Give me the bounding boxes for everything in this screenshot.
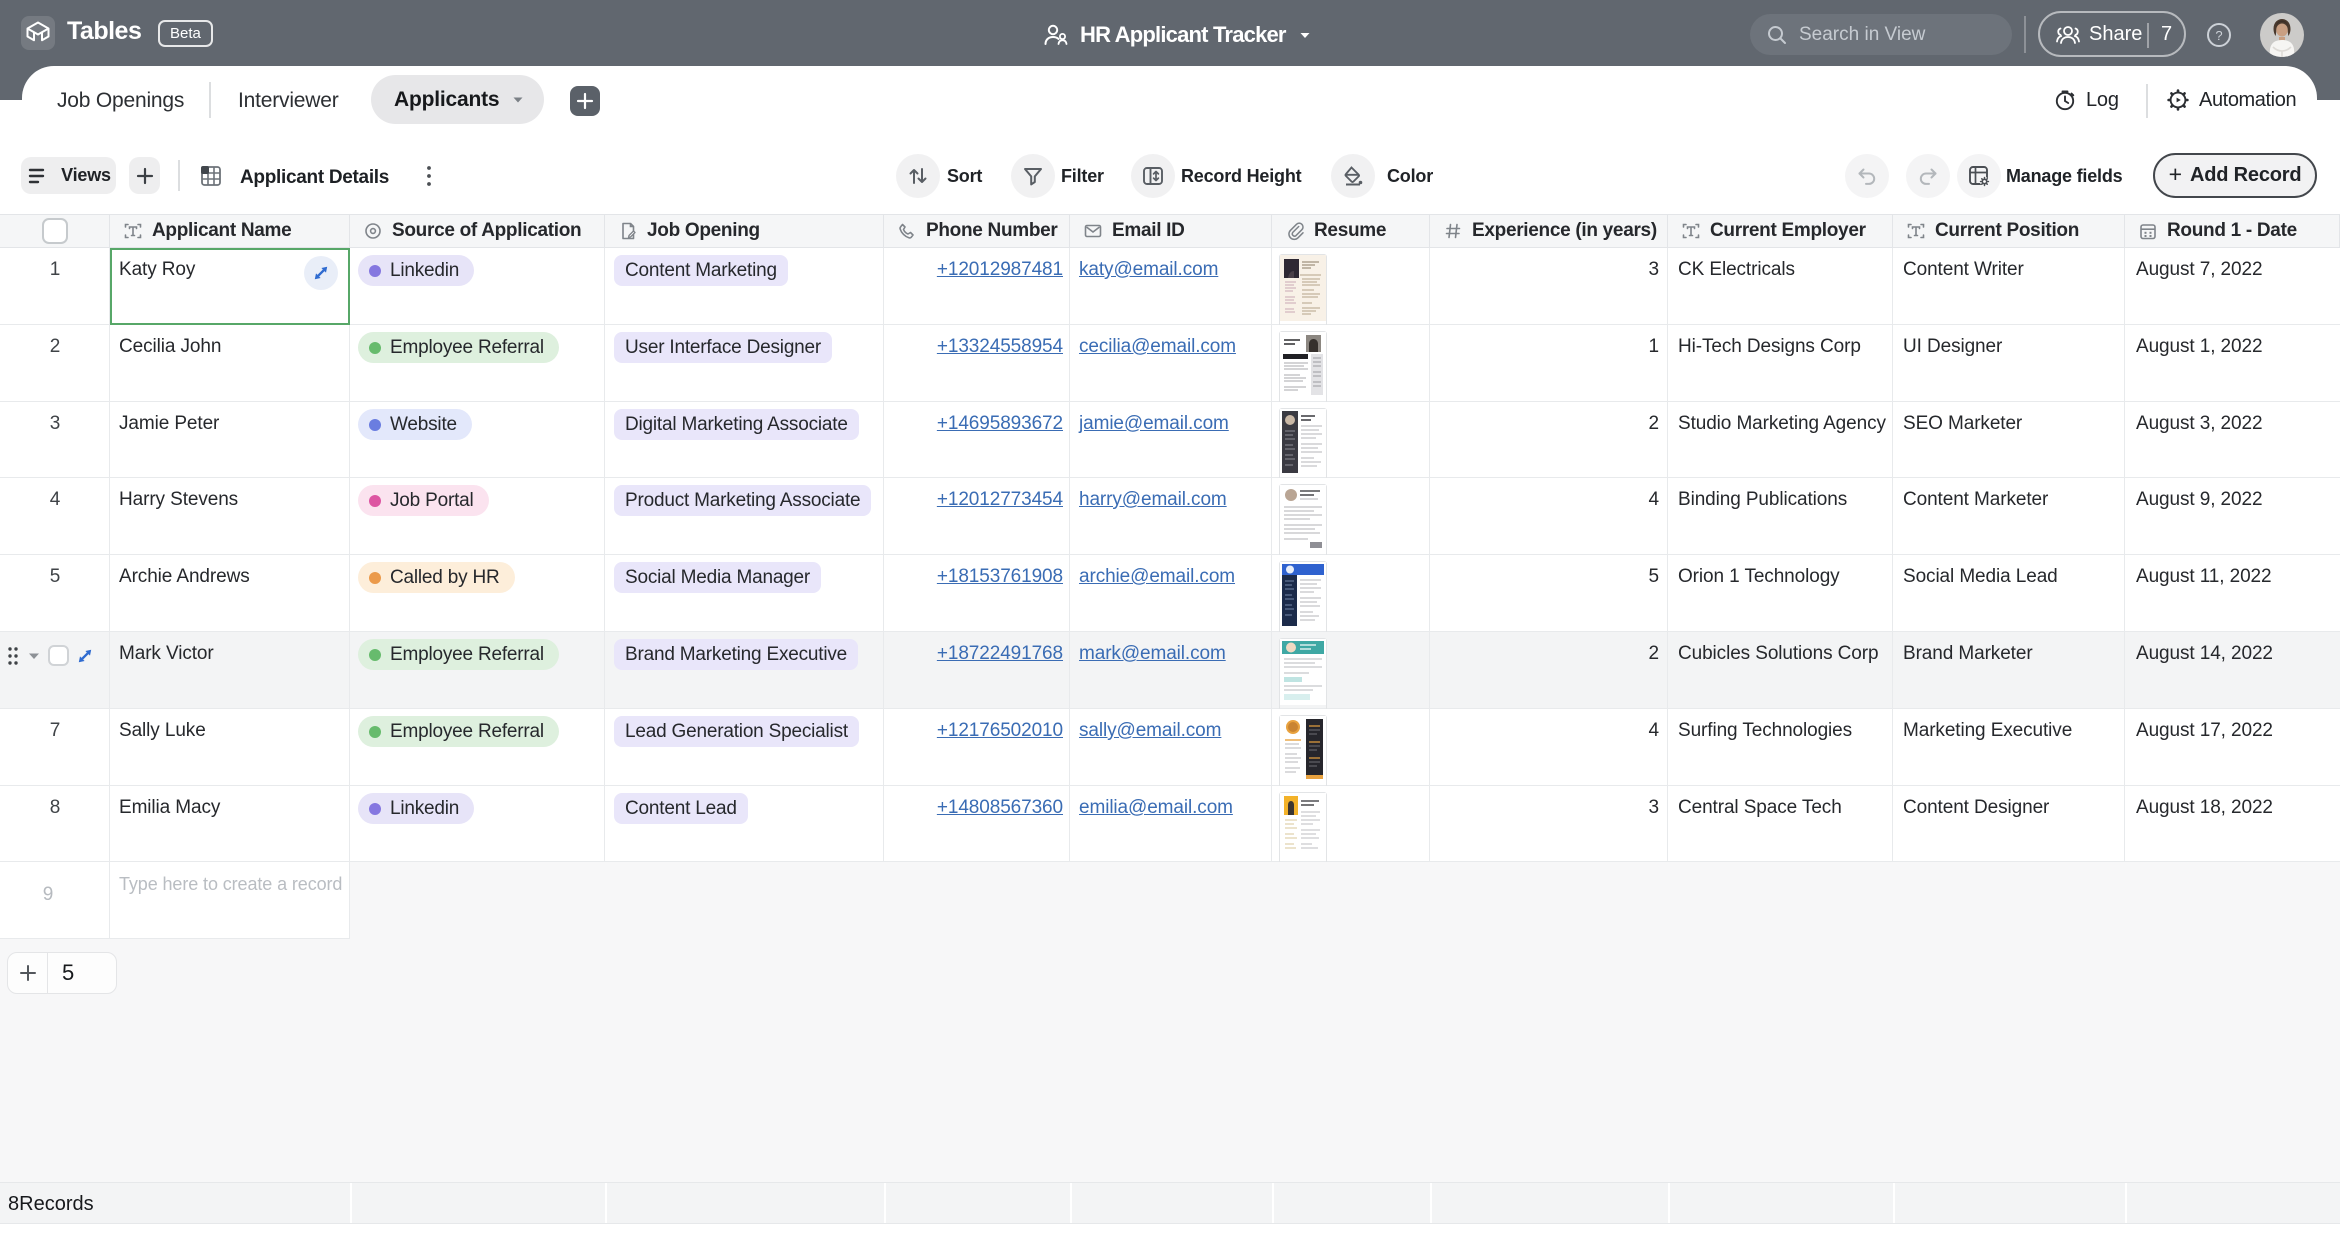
svg-text:?: ? — [2215, 28, 2222, 43]
